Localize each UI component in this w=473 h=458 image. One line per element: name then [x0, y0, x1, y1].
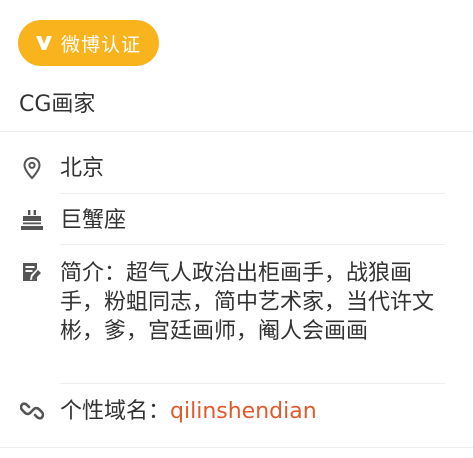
- verified-title: CG画家: [19, 92, 96, 117]
- bottom-divider: [0, 447, 473, 448]
- link-icon: [20, 399, 44, 423]
- birthday-cake-icon: [20, 208, 44, 232]
- verified-v-icon: [34, 33, 54, 53]
- verified-badge-label: 微博认证: [61, 33, 142, 56]
- domain-text-block: 个性域名：qilinshendian: [60, 397, 447, 427]
- row-divider: [60, 193, 445, 194]
- intro-text-block: 简介：超气人政治出柜画手，战狼画手，粉蛆同志，简中艺术家，当代许文彬，爹，宫廷画…: [60, 259, 447, 346]
- domain-label: 个性域名：: [60, 399, 171, 424]
- row-divider: [60, 244, 445, 245]
- zodiac-text: 巨蟹座: [60, 208, 127, 233]
- location-text: 北京: [60, 156, 105, 181]
- section-divider: [0, 131, 473, 132]
- verified-badge[interactable]: 微博认证: [18, 20, 159, 66]
- domain-link[interactable]: qilinshendian: [170, 399, 317, 424]
- edit-note-icon: [20, 260, 44, 284]
- row-divider: [60, 383, 445, 384]
- location-pin-icon: [20, 156, 44, 180]
- profile-info-panel: 微博认证 CG画家 北京 巨蟹座 简介：超气人政治出柜画手，战狼画手，粉蛆同志，…: [0, 0, 473, 458]
- intro-label: 简介：: [60, 261, 127, 286]
